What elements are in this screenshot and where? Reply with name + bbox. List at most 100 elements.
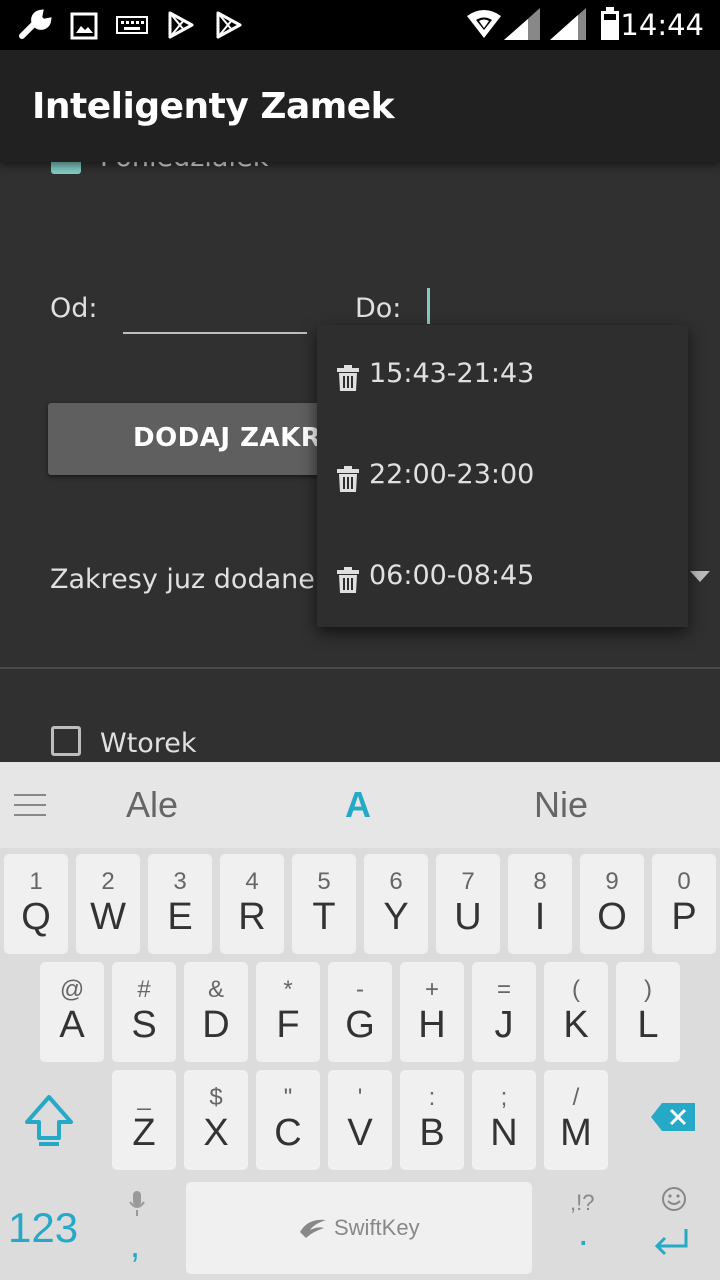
monday-checkbox[interactable] <box>51 162 81 174</box>
divider <box>0 667 720 669</box>
key-primary: I <box>534 896 546 938</box>
key-secondary: 6 <box>389 868 403 895</box>
key-e[interactable]: 3E <box>148 854 212 954</box>
key-m[interactable]: / M <box>544 1070 608 1170</box>
range-item[interactable]: 06:00-08:45 <box>317 527 688 627</box>
image-icon <box>70 12 98 40</box>
key-p[interactable]: 0P <box>652 854 716 954</box>
key-secondary: 9 <box>605 868 619 895</box>
microphone-icon[interactable] <box>128 1190 146 1218</box>
backspace-key[interactable] <box>628 1070 716 1170</box>
key-j[interactable]: = J <box>472 962 536 1062</box>
trash-icon[interactable] <box>337 567 359 593</box>
app-bar: Inteligenty Zamek <box>0 50 720 162</box>
key-secondary: ( <box>572 976 580 1003</box>
battery-icon <box>601 7 619 40</box>
enter-icon[interactable] <box>652 1226 692 1260</box>
wrench-icon <box>19 9 52 39</box>
wifi-icon <box>467 10 501 38</box>
key-secondary: / <box>572 1084 580 1111</box>
key-k[interactable]: (K <box>544 962 608 1062</box>
key-secondary: 4 <box>245 868 259 895</box>
key-primary: M <box>560 1112 592 1154</box>
key-primary: J <box>494 1004 514 1046</box>
key-i[interactable]: 8I <box>508 854 572 954</box>
key-w[interactable]: 2W <box>76 854 140 954</box>
key-secondary: * <box>283 976 293 1003</box>
to-input-cursor[interactable] <box>427 288 430 324</box>
key-secondary: : <box>428 1084 436 1111</box>
trash-icon[interactable] <box>337 365 359 391</box>
key-v[interactable]: ' V <box>328 1070 392 1170</box>
range-item[interactable]: 22:00-23:00 <box>317 426 688 526</box>
range-item[interactable]: 15:43-21:43 <box>317 325 688 425</box>
key-primary: Q <box>21 896 51 938</box>
key-secondary: ' <box>357 1084 363 1111</box>
keyboard-icon <box>116 16 148 34</box>
key-primary: C <box>274 1112 302 1154</box>
key-primary: A <box>59 1004 85 1046</box>
key-u[interactable]: 7U <box>436 854 500 954</box>
ranges-label: Zakresy juz dodane <box>50 564 315 595</box>
key-r[interactable]: 4R <box>220 854 284 954</box>
key-secondary: ) <box>644 976 652 1003</box>
suggestion-bar: Ale A Nie <box>0 762 720 848</box>
key-g[interactable]: -G <box>328 962 392 1062</box>
key-a[interactable]: @ A <box>40 962 104 1062</box>
key-primary: D <box>202 1004 230 1046</box>
shift-arrow-icon <box>25 1095 73 1146</box>
bottom-row: 123 , SwiftKey ,!? . <box>0 1182 720 1280</box>
shift-key[interactable] <box>4 1070 92 1170</box>
emoji-icon[interactable] <box>661 1186 687 1212</box>
tuesday-checkbox[interactable] <box>51 726 81 756</box>
suggestion-right[interactable]: Nie <box>534 784 588 826</box>
key-primary: G <box>345 1004 375 1046</box>
status-bar: 14:44 <box>0 0 720 50</box>
key-primary: F <box>276 1004 300 1046</box>
suggestion-center[interactable]: A <box>345 784 371 826</box>
key-primary: E <box>167 896 193 938</box>
key-t[interactable]: 5T <box>292 854 356 954</box>
swiftkey-logo-icon <box>300 1219 326 1238</box>
key-q[interactable]: 1Q <box>4 854 68 954</box>
menu-icon[interactable] <box>14 792 46 818</box>
numbers-key[interactable]: 123 <box>8 1204 78 1252</box>
from-label: Od: <box>50 293 98 324</box>
suggestion-left[interactable]: Ale <box>126 784 178 826</box>
key-primary: X <box>203 1112 229 1154</box>
key-c[interactable]: " C <box>256 1070 320 1170</box>
key-x[interactable]: $ X <box>184 1070 248 1170</box>
period-key[interactable]: . <box>578 1212 589 1255</box>
trash-icon[interactable] <box>337 466 359 492</box>
keyboard: Ale A Nie 1Q 2W 3E 4R 5T 6Y 7U 8I 9O 0P … <box>0 762 720 1280</box>
key-secondary: + <box>424 976 439 1003</box>
key-n[interactable]: ; N <box>472 1070 536 1170</box>
key-secondary: 1 <box>29 868 43 895</box>
key-f[interactable]: * F <box>256 962 320 1062</box>
key-primary: W <box>90 896 126 938</box>
from-input[interactable] <box>123 332 307 334</box>
key-secondary: 8 <box>533 868 547 895</box>
key-d[interactable]: & D <box>184 962 248 1062</box>
key-secondary: 0 <box>677 868 691 895</box>
key-primary: K <box>563 1004 589 1046</box>
key-h[interactable]: + H <box>400 962 464 1062</box>
chevron-down-icon[interactable] <box>690 571 710 582</box>
comma-key[interactable]: , <box>130 1224 140 1266</box>
key-secondary: 2 <box>101 868 115 895</box>
key-primary: Z <box>132 1112 156 1154</box>
key-y[interactable]: 6Y <box>364 854 428 954</box>
key-l[interactable]: ) L <box>616 962 680 1062</box>
key-z[interactable]: _ Z <box>112 1070 176 1170</box>
play-store-icon <box>168 11 194 39</box>
key-s[interactable]: # S <box>112 962 176 1062</box>
space-bar[interactable]: SwiftKey <box>186 1182 532 1274</box>
key-secondary: - <box>356 976 364 1003</box>
key-primary: V <box>347 1112 373 1154</box>
ranges-dropdown: 15:43-21:43 22:00-23:00 06:00-08:45 <box>317 325 688 627</box>
key-o[interactable]: 9O <box>580 854 644 954</box>
tuesday-label: Wtorek <box>100 728 197 759</box>
space-bar-brand: SwiftKey <box>334 1215 420 1240</box>
key-b[interactable]: :B <box>400 1070 464 1170</box>
key-secondary: 7 <box>461 868 475 895</box>
